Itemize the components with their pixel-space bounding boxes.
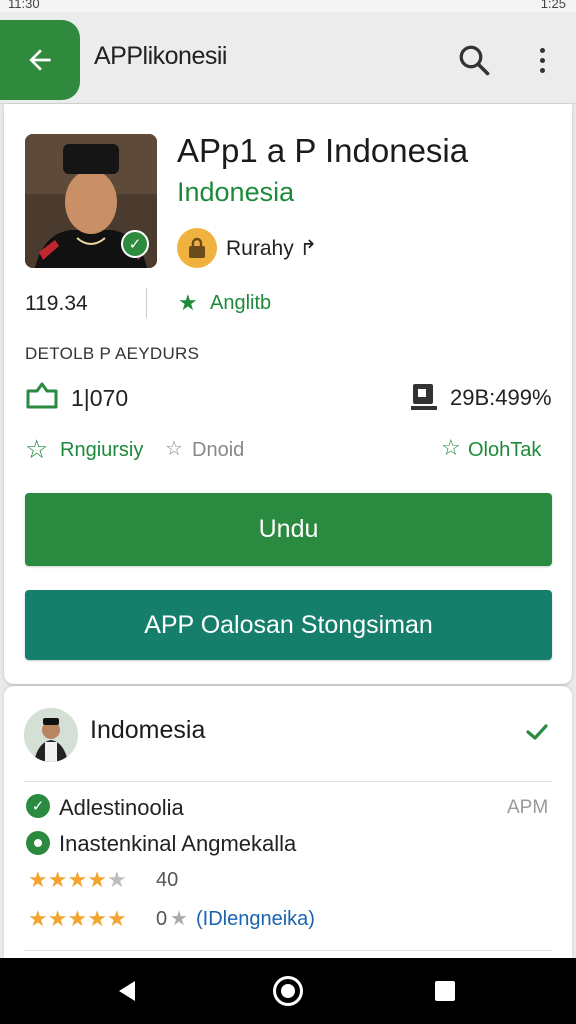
feature-label: Adlestinoolia [59,795,184,820]
star-icon: ★ [106,867,127,892]
star-icon: ★ [67,906,88,931]
status-bar: 11:30 1:25 [0,0,576,12]
content-rating-badge [177,228,217,268]
developer-card: Indomesia ✓ Adlestinoolia APM Inastenkin… [4,686,572,958]
lock-icon [189,237,205,258]
install-icon [26,382,58,409]
feature-tag: APM [507,797,549,818]
app-name: APp1 a P Indonesia [177,132,469,169]
rating-value: 40 [156,869,179,891]
status-clock: 1:25 [540,0,566,11]
star-icon: ★ [28,906,48,931]
star-outline-icon: ☆ [441,435,461,460]
tag-label[interactable]: OlohTak [468,439,541,462]
star-icon: ★ [47,906,68,931]
star-outline-icon: ☆ [165,438,183,460]
install-button[interactable]: Undu [25,493,552,566]
developer-name: Indomesia [90,716,206,744]
search-icon[interactable] [456,42,492,78]
tag-label[interactable]: Rngiursiy [60,439,143,462]
dot-icon [539,47,545,53]
divider [24,950,552,951]
tag-label[interactable]: Dnoid [192,439,244,462]
status-time: 11:30 [8,0,40,11]
overflow-menu-button[interactable] [528,42,556,78]
star-icon: ★ [178,290,198,315]
check-circle-icon: ✓ [26,794,50,818]
system-navigation-bar [0,958,576,1024]
divider [24,781,552,782]
app-detail-card: ✓ APp1 a P Indonesia Indonesia Rurahy ↱ … [4,104,572,684]
app-icon[interactable]: ✓ [25,134,157,268]
star-rating: ★★★★★ [28,906,127,932]
dot-icon [539,67,545,73]
install-count: 1|070 [71,385,129,411]
arrow-icon[interactable] [524,718,550,744]
app-bar: APPlikonesii [0,12,576,104]
content-rating-label: Rurahy ↱ [226,237,318,260]
page-title: APPlikonesii [94,42,227,70]
feature-label: Inastenkinal Angmekalla [59,831,297,856]
rating-value: 0 [156,908,168,930]
back-button[interactable] [0,20,80,100]
details-heading: DETOLB P AEYDURS [25,344,200,363]
avatar[interactable] [24,708,78,762]
star-icon: ★ [67,867,88,892]
star-icon: ★ [87,906,107,931]
star-icon: ★ [106,906,127,931]
star-icon: ★ [170,908,188,930]
arrow-left-icon [29,49,51,71]
dot-icon [539,57,545,63]
star-rating: ★★★★★ [28,867,127,893]
dot-circle-icon [26,831,50,855]
storage-icon [411,384,437,410]
person-avatar-icon [24,708,78,762]
recent-apps-icon[interactable] [435,981,455,1001]
divider [146,288,147,318]
star-icon: ★ [87,867,107,892]
star-icon: ★ [28,867,48,892]
star-outline-icon: ☆ [25,434,49,464]
app-size: 29B:499% [450,385,552,410]
developer-link[interactable]: Indonesia [177,177,294,208]
star-icon: ★ [47,867,68,892]
back-triangle-icon[interactable] [115,979,139,1003]
review-count: 119.34 [25,292,88,315]
badge-label: Anglitb [210,292,272,314]
verified-check-icon: ✓ [121,230,149,258]
home-icon[interactable] [273,976,303,1006]
secondary-action-button[interactable]: APP Oalosan Stongsiman [25,590,552,660]
rating-link[interactable]: (IDlengneika) [196,908,315,931]
